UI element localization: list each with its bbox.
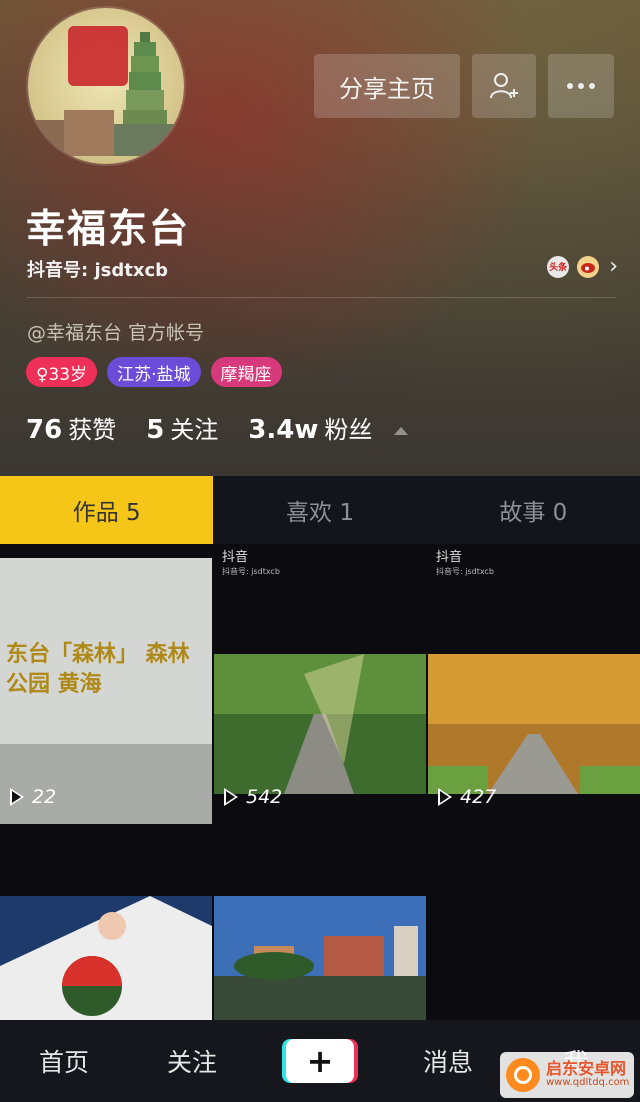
tab-works[interactable]: 作品 5 xyxy=(0,476,214,544)
bottom-nav: 首页 关注 + 消息 我 启东安卓网 www.qdltdq.com xyxy=(0,1020,640,1102)
site-logo-icon xyxy=(506,1058,540,1092)
stat-following-count: 5 xyxy=(146,415,165,445)
watermark-label: 抖音 xyxy=(436,550,463,565)
tab-likes[interactable]: 喜欢 1 xyxy=(213,476,426,544)
video-thumbnail[interactable] xyxy=(214,826,426,1020)
view-count: 22 xyxy=(10,786,56,808)
linked-accounts[interactable]: 头条 › xyxy=(547,254,618,279)
nav-create: + xyxy=(256,1039,384,1083)
divider xyxy=(27,297,616,298)
play-icon xyxy=(224,788,238,806)
stat-likes-count: 76 xyxy=(26,415,63,445)
add-user-icon xyxy=(490,73,518,99)
profile-tags: ♀33岁 江苏·盐城 摩羯座 xyxy=(26,357,282,387)
avatar-seal xyxy=(68,26,128,86)
site-watermark: 启东安卓网 www.qdltdq.com xyxy=(500,1052,634,1098)
video-grid: 东台「森林」 森林公园 黄海 22 抖音 抖音号: jsdtxcb 542 抖音… xyxy=(0,544,640,1020)
profile-header: 分享主页 幸福东台 抖音号: jsdtxcb 头条 › @幸福东台 官方帐号 ♀… xyxy=(0,0,640,476)
lakeside-town-image xyxy=(214,896,426,1020)
more-options-button[interactable] xyxy=(548,54,614,118)
play-icon xyxy=(438,788,452,806)
embroidery-image xyxy=(0,896,212,1020)
stat-likes[interactable]: 76 获赞 xyxy=(26,410,116,445)
video-caption: 东台「森林」 森林公园 黄海 xyxy=(6,642,190,697)
tab-stories[interactable]: 故事 0 xyxy=(427,476,640,544)
stat-fans-count: 3.4w xyxy=(248,415,319,445)
view-count-text: 542 xyxy=(246,786,283,808)
autumn-road-image xyxy=(428,654,640,794)
site-watermark-url: www.qdltdq.com xyxy=(546,1077,630,1089)
tag-zodiac: 摩羯座 xyxy=(210,357,282,387)
video-thumbnail[interactable] xyxy=(0,826,212,1020)
content-tabs: 作品 5 喜欢 1 故事 0 xyxy=(0,476,640,544)
play-icon xyxy=(10,788,24,806)
video-thumbnail[interactable]: 抖音 抖音号: jsdtxcb 542 xyxy=(214,544,426,824)
official-account-label: @幸福东台 官方帐号 xyxy=(27,322,205,344)
plus-icon: + xyxy=(306,1042,334,1080)
video-thumbnail[interactable]: 抖音 抖音号: jsdtxcb 427 xyxy=(428,544,640,824)
nav-follow[interactable]: 关注 xyxy=(128,1043,256,1079)
stat-fans-label: 粉丝 xyxy=(324,416,373,444)
view-count-text: 427 xyxy=(460,786,497,808)
watermark-id: 抖音号: jsdtxcb xyxy=(436,567,494,576)
create-button[interactable]: + xyxy=(286,1039,354,1083)
watermark-id: 抖音号: jsdtxcb xyxy=(222,567,280,576)
add-friend-button[interactable] xyxy=(472,54,536,118)
share-profile-button[interactable]: 分享主页 xyxy=(314,54,460,118)
douyin-watermark: 抖音 抖音号: jsdtxcb xyxy=(222,546,280,577)
view-count-text: 22 xyxy=(32,786,57,808)
weibo-icon[interactable] xyxy=(577,255,600,278)
stat-likes-label: 获赞 xyxy=(68,416,117,444)
profile-name: 幸福东台 xyxy=(26,207,191,252)
chevron-right-icon[interactable]: › xyxy=(609,254,618,279)
site-watermark-text: 启东安卓网 www.qdltdq.com xyxy=(546,1059,630,1089)
forest-road-image xyxy=(214,654,426,794)
view-count: 542 xyxy=(224,786,282,808)
stat-fans[interactable]: 3.4w 粉丝 xyxy=(248,410,372,445)
village-image xyxy=(34,110,178,156)
douyin-watermark: 抖音 抖音号: jsdtxcb xyxy=(436,546,494,577)
tag-location: 江苏·盐城 xyxy=(107,357,201,387)
caret-up-icon[interactable] xyxy=(394,426,409,435)
more-dots-icon xyxy=(567,83,595,89)
toutiao-icon[interactable]: 头条 xyxy=(547,255,570,278)
watermark-label: 抖音 xyxy=(222,550,249,565)
site-watermark-title: 启东安卓网 xyxy=(546,1059,627,1079)
nav-home[interactable]: 首页 xyxy=(0,1043,128,1079)
video-thumbnail[interactable]: 东台「森林」 森林公园 黄海 22 xyxy=(0,544,212,824)
view-count: 427 xyxy=(438,786,496,808)
stat-following[interactable]: 5 关注 xyxy=(146,410,218,445)
profile-stats: 76 获赞 5 关注 3.4w 粉丝 xyxy=(26,410,409,445)
douyin-id: 抖音号: jsdtxcb xyxy=(27,260,169,281)
avatar[interactable] xyxy=(28,8,184,164)
tag-age: ♀33岁 xyxy=(26,357,98,387)
stat-following-label: 关注 xyxy=(170,416,219,444)
nav-messages[interactable]: 消息 xyxy=(384,1043,512,1079)
